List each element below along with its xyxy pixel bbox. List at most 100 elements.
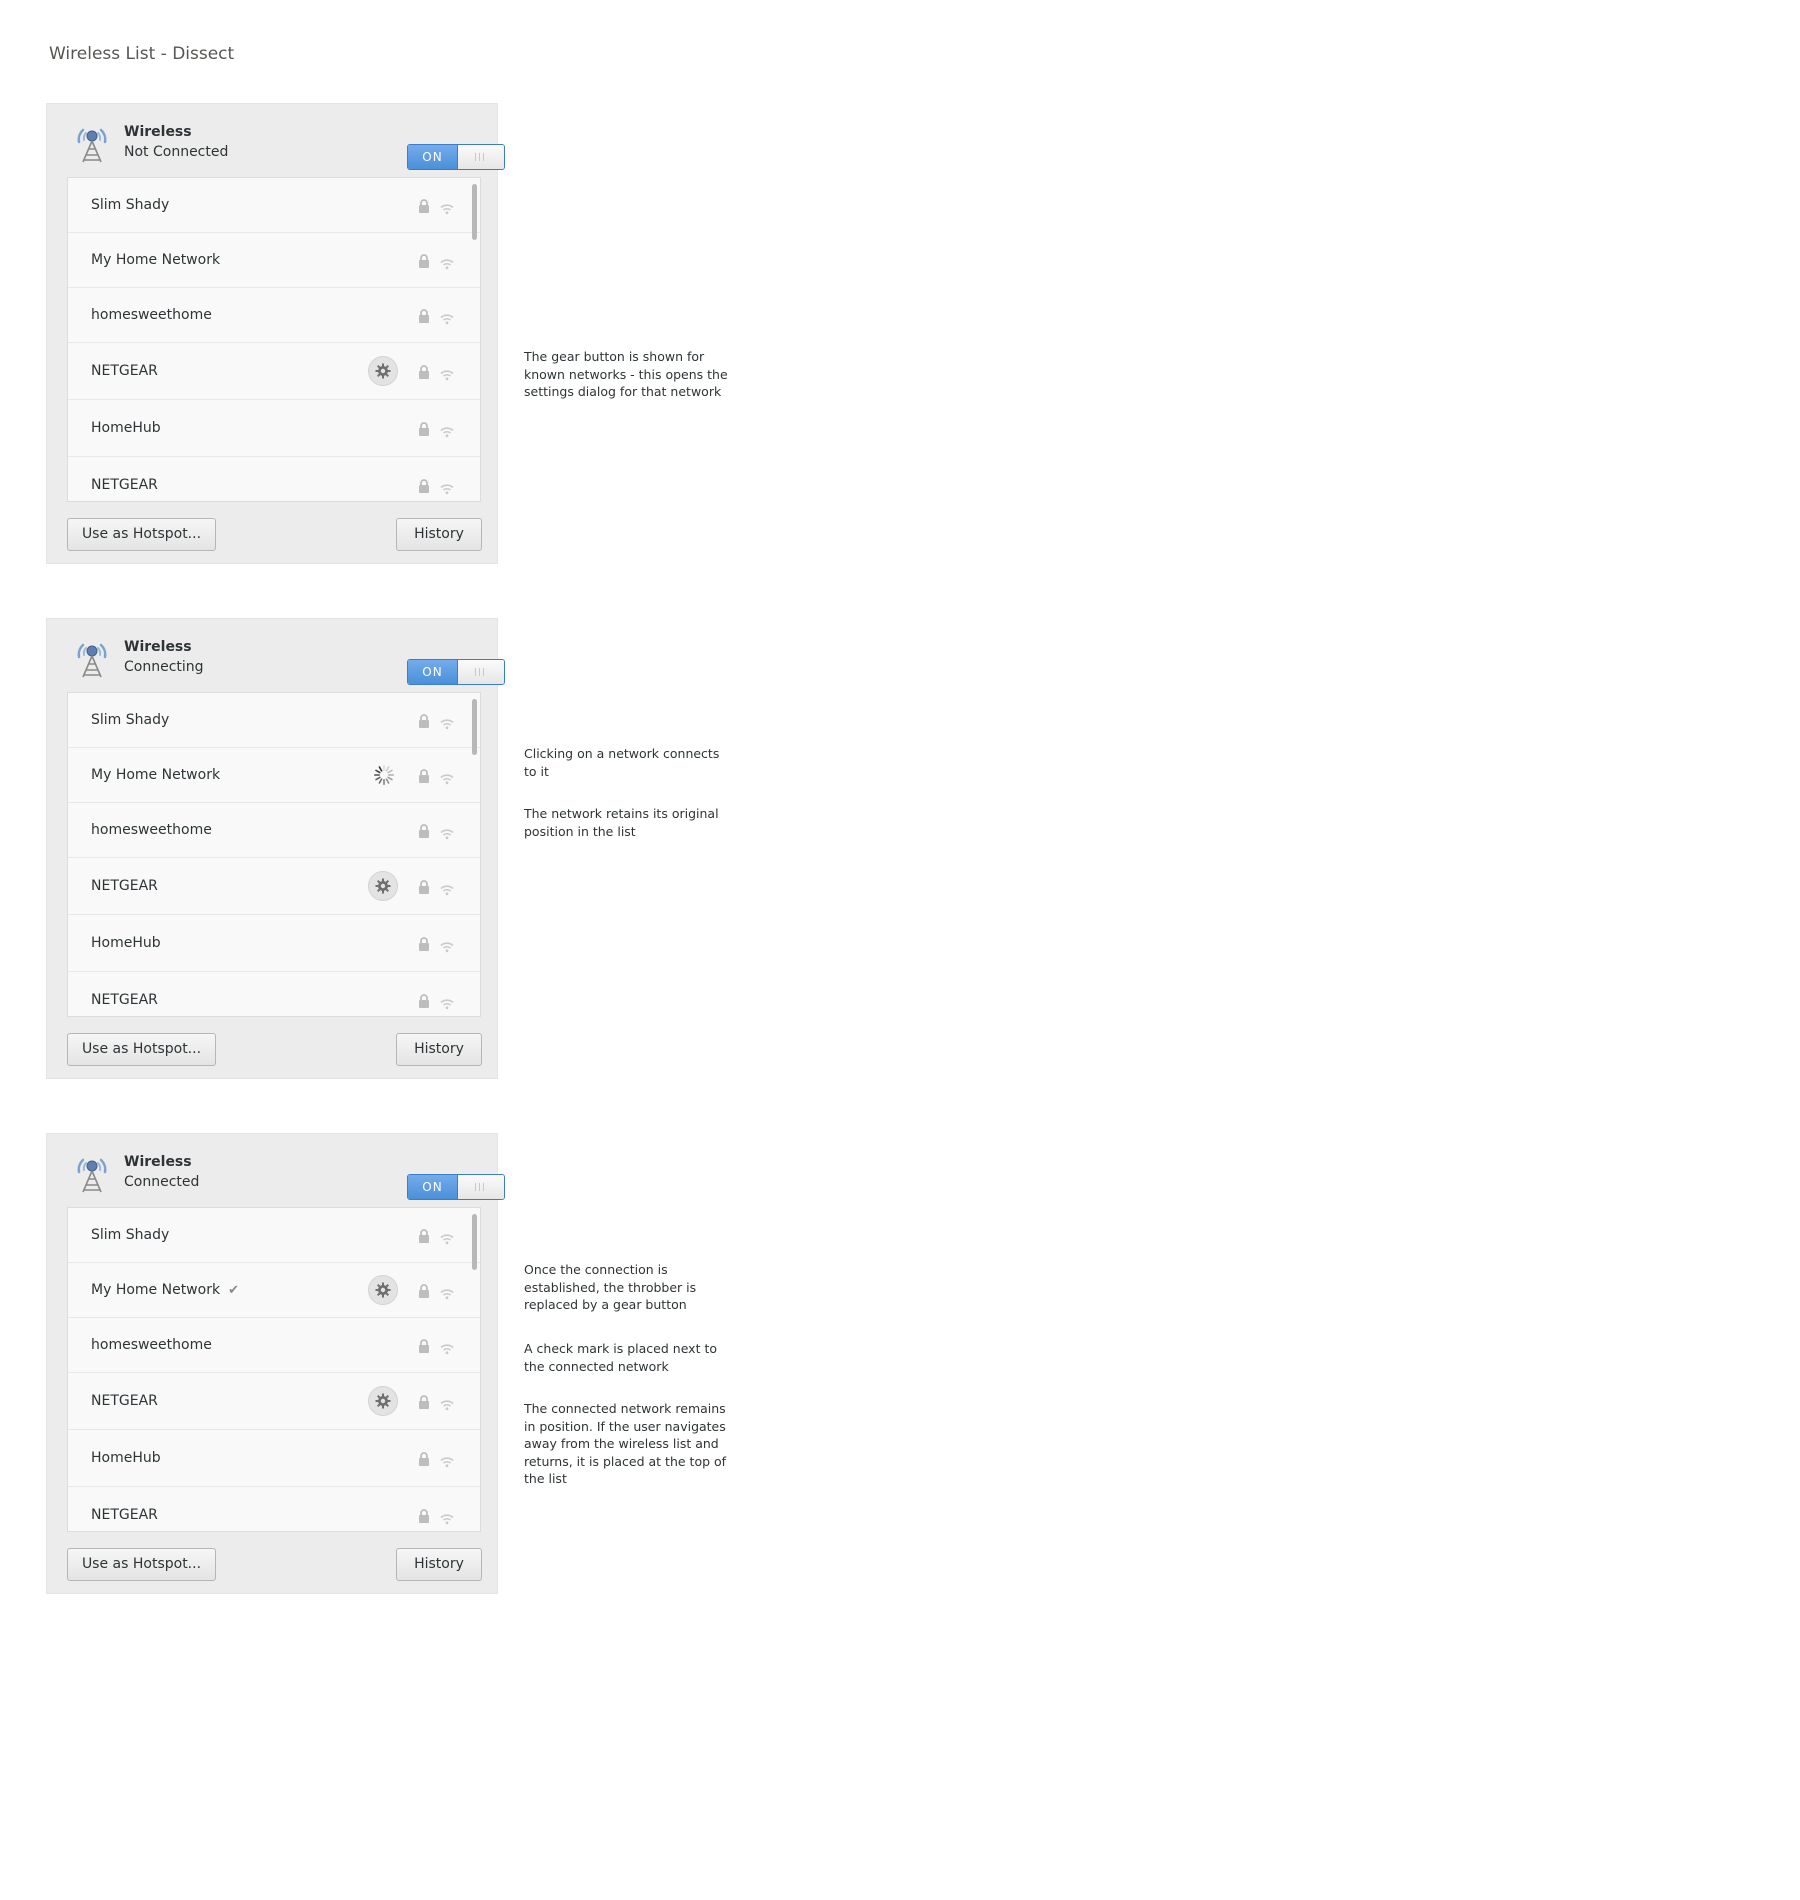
network-row[interactable]: NETGEAR: [68, 1487, 480, 1531]
network-row[interactable]: HomeHub: [68, 915, 480, 972]
toggle-knob[interactable]: [457, 145, 504, 169]
panel-title: Wireless: [124, 124, 192, 140]
wifi-signal-icon: [440, 881, 454, 896]
network-name: homesweethome: [91, 1337, 212, 1353]
wireless-antenna-icon: [77, 1158, 107, 1193]
toggle-knob[interactable]: [457, 660, 504, 684]
gear-icon[interactable]: [368, 1275, 398, 1305]
network-name-text: Slim Shady: [91, 1227, 170, 1243]
toggle-knob[interactable]: [457, 1175, 504, 1199]
wifi-signal-icon: [440, 995, 454, 1010]
network-row[interactable]: Slim Shady: [68, 178, 480, 233]
panel-title: Wireless: [124, 639, 192, 655]
lock-icon: [418, 1228, 430, 1243]
scrollbar[interactable]: [472, 1214, 477, 1270]
annotation-note: A check mark is placed next to the conne…: [524, 1341, 717, 1374]
network-name-text: Slim Shady: [91, 712, 170, 728]
gear-icon[interactable]: [368, 356, 398, 386]
wifi-signal-icon: [440, 1230, 454, 1245]
lock-icon: [418, 879, 430, 894]
network-name: NETGEAR: [91, 363, 158, 379]
network-name-text: My Home Network: [91, 1282, 221, 1298]
network-name: NETGEAR: [91, 1507, 158, 1523]
network-row[interactable]: My Home Network: [68, 233, 480, 288]
toggle-on-label: ON: [408, 1175, 457, 1199]
lock-icon: [418, 768, 430, 783]
lock-icon: [418, 1508, 430, 1523]
network-list: Slim Shady My Home Network ✔ homesweethome N…: [67, 1207, 481, 1532]
network-name-text: homesweethome: [91, 1337, 212, 1353]
toggle-on-label: ON: [408, 145, 457, 169]
network-name-text: Slim Shady: [91, 197, 170, 213]
lock-icon: [418, 364, 430, 379]
wifi-signal-icon: [440, 1340, 454, 1355]
network-row[interactable]: NETGEAR: [68, 343, 480, 400]
network-name-text: NETGEAR: [91, 878, 158, 894]
wireless-panel-3: Wireless Connected ON Slim Shady My Home …: [46, 1133, 505, 1594]
page-title: Wireless List - Dissect: [49, 44, 235, 64]
network-row[interactable]: NETGEAR: [68, 1373, 480, 1430]
wifi-signal-icon: [440, 480, 454, 495]
network-name-text: NETGEAR: [91, 1507, 158, 1523]
network-row[interactable]: NETGEAR: [68, 457, 480, 501]
history-button[interactable]: History: [396, 518, 482, 551]
network-row[interactable]: Slim Shady: [68, 693, 480, 748]
panel-header: Wireless Not Connected ON: [71, 120, 505, 170]
scrollbar[interactable]: [472, 699, 477, 755]
gear-icon[interactable]: [368, 871, 398, 901]
lock-icon: [418, 713, 430, 728]
wifi-signal-icon: [440, 200, 454, 215]
wireless-toggle-switch[interactable]: ON: [407, 659, 505, 685]
network-name-text: homesweethome: [91, 822, 212, 838]
wireless-antenna-icon: [77, 128, 107, 163]
wifi-signal-icon: [440, 938, 454, 953]
use-as-hotspot-button[interactable]: Use as Hotspot...: [67, 1033, 216, 1066]
wireless-antenna-icon: [77, 643, 107, 678]
connection-status: Connecting: [124, 659, 204, 675]
use-as-hotspot-button[interactable]: Use as Hotspot...: [67, 1548, 216, 1581]
lock-icon: [418, 1283, 430, 1298]
network-row[interactable]: homesweethome: [68, 803, 480, 858]
network-name: Slim Shady: [91, 197, 169, 213]
wifi-signal-icon: [440, 1396, 454, 1411]
network-row[interactable]: homesweethome: [68, 1318, 480, 1373]
network-row[interactable]: NETGEAR: [68, 972, 480, 1016]
network-row[interactable]: HomeHub: [68, 400, 480, 457]
network-name: My Home Network: [91, 252, 220, 268]
network-name-text: HomeHub: [91, 420, 161, 436]
wifi-signal-icon: [440, 1285, 454, 1300]
connection-status: Not Connected: [124, 144, 229, 160]
wifi-signal-icon: [440, 1453, 454, 1468]
wifi-signal-icon: [440, 825, 454, 840]
network-name: My Home Network: [91, 767, 220, 783]
wireless-toggle-switch[interactable]: ON: [407, 144, 505, 170]
lock-icon: [418, 198, 430, 213]
network-name: Slim Shady: [91, 712, 169, 728]
lock-icon: [418, 478, 430, 493]
network-name: homesweethome: [91, 822, 212, 838]
gear-icon[interactable]: [368, 1386, 398, 1416]
scrollbar[interactable]: [472, 184, 477, 240]
lock-icon: [418, 253, 430, 268]
network-row[interactable]: My Home Network: [68, 748, 480, 803]
network-row[interactable]: NETGEAR: [68, 858, 480, 915]
network-row[interactable]: HomeHub: [68, 1430, 480, 1487]
use-as-hotspot-button[interactable]: Use as Hotspot...: [67, 518, 216, 551]
network-name-text: NETGEAR: [91, 477, 158, 493]
wifi-signal-icon: [440, 715, 454, 730]
lock-icon: [418, 1394, 430, 1409]
wifi-signal-icon: [440, 255, 454, 270]
history-button[interactable]: History: [396, 1033, 482, 1066]
network-name: NETGEAR: [91, 878, 158, 894]
lock-icon: [418, 823, 430, 838]
wifi-signal-icon: [440, 770, 454, 785]
panel-header: Wireless Connected ON: [71, 1150, 505, 1200]
history-button[interactable]: History: [396, 1548, 482, 1581]
lock-icon: [418, 308, 430, 323]
lock-icon: [418, 936, 430, 951]
network-row[interactable]: Slim Shady: [68, 1208, 480, 1263]
network-row[interactable]: My Home Network ✔: [68, 1263, 480, 1318]
network-row[interactable]: homesweethome: [68, 288, 480, 343]
network-name-text: NETGEAR: [91, 363, 158, 379]
wireless-toggle-switch[interactable]: ON: [407, 1174, 505, 1200]
